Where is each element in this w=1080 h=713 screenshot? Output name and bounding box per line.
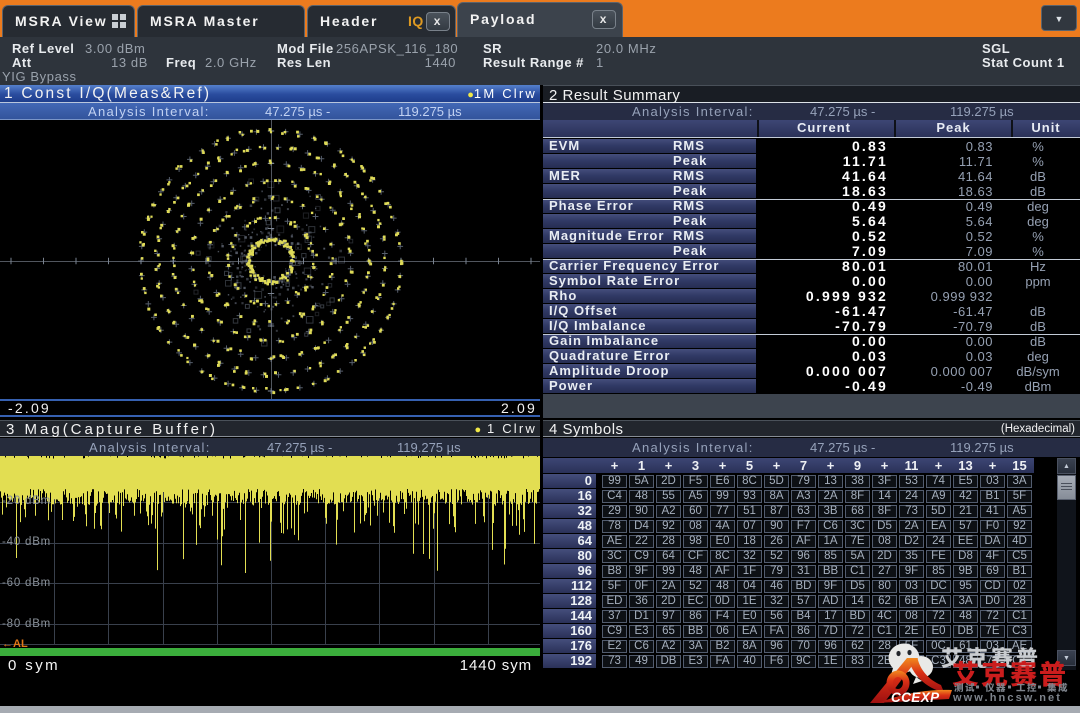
svg-text:www.hncsw.net: www.hncsw.net <box>952 692 1062 704</box>
svg-text:CCEXP: CCEXP <box>891 690 940 705</box>
